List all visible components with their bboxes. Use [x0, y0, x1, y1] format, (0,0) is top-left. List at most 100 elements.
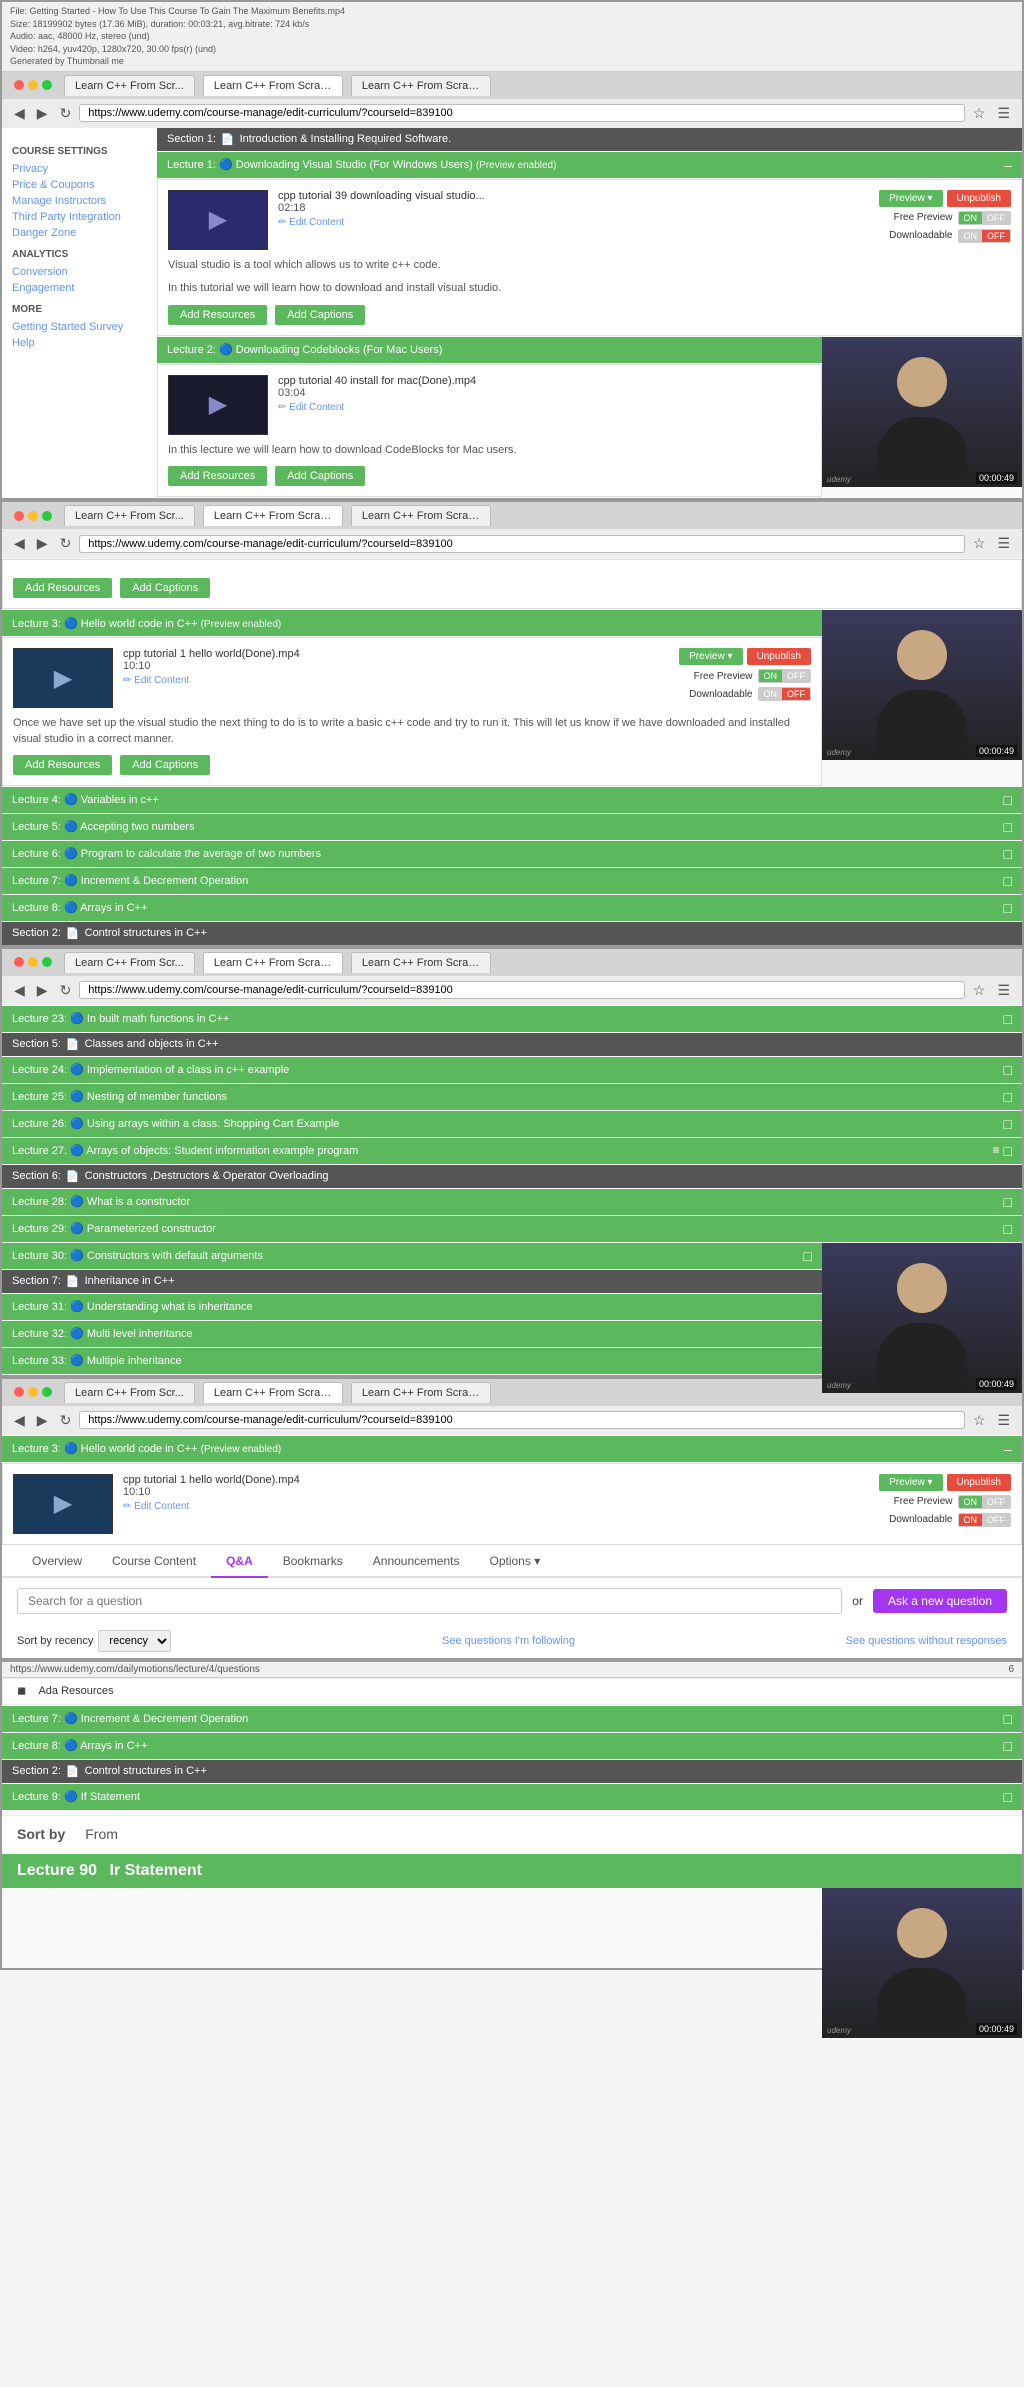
browser-tab-4-2[interactable]: Learn C++ From Scratch [203, 1382, 343, 1403]
lecture-8b-row[interactable]: Lecture 8: 🔵 Arrays in C++ □ [2, 1733, 1022, 1759]
downloadable-toggle-switch[interactable]: ON OFF [958, 229, 1012, 243]
refresh-button-2[interactable]: ↻ [56, 533, 76, 554]
lecture-28-row[interactable]: Lecture 28: 🔵 What is a constructor □ [2, 1189, 1022, 1215]
lecture-3-downloadable-switch[interactable]: ON OFF [758, 687, 812, 701]
lecture-30-row[interactable]: Lecture 30: 🔵 Constructors with default … [2, 1243, 822, 1269]
bookmark-button-3[interactable]: ☆ [969, 980, 990, 1001]
lecture-8-row[interactable]: Lecture 8: 🔵 Arrays in C++ □ [2, 895, 1022, 921]
lecture-29-expand[interactable]: □ [1004, 1221, 1012, 1237]
lecture-2-add-captions-btn[interactable]: Add Captions [275, 466, 365, 486]
lecture-3-unpublish-btn[interactable]: Unpublish [747, 648, 811, 665]
close-button-2[interactable] [14, 511, 24, 521]
lecture-6-expand[interactable]: □ [1004, 846, 1012, 862]
lecture-23-expand[interactable]: □ [1004, 1011, 1012, 1027]
minimize-button-4[interactable] [28, 1387, 38, 1397]
lecture-5-expand[interactable]: □ [1004, 819, 1012, 835]
lecture-8b-expand[interactable]: □ [1004, 1738, 1012, 1754]
lecture-7-row[interactable]: Lecture 7: 🔵 Increment & Decrement Opera… [2, 868, 1022, 894]
lecture-3-free-preview-switch[interactable]: ON OFF [758, 669, 812, 683]
settings-button-4[interactable]: ☰ [993, 1410, 1014, 1431]
browser-tab-2-2[interactable]: Learn C++ From Scratch [203, 505, 343, 526]
lecture-30-expand[interactable]: □ [804, 1248, 812, 1264]
close-button-4[interactable] [14, 1387, 24, 1397]
tab-announcements[interactable]: Announcements [358, 1546, 475, 1578]
settings-button[interactable]: ☰ [993, 103, 1014, 124]
lecture-7-expand[interactable]: □ [1004, 873, 1012, 889]
forward-button[interactable]: ▶ [33, 103, 52, 124]
lecture-9-row[interactable]: Lecture 9: 🔵 If Statement □ [2, 1784, 1022, 1810]
forward-button-4[interactable]: ▶ [33, 1410, 52, 1431]
browser-tab-2[interactable]: Learn C++ From Scratch [203, 75, 343, 96]
back-button-2[interactable]: ◀ [10, 533, 29, 554]
sidebar-help-link[interactable]: Help [12, 335, 147, 351]
lecture-27-expand[interactable]: □ [1004, 1143, 1012, 1159]
lecture-3-preview-btn[interactable]: Preview ▾ [679, 648, 742, 665]
lecture-3-edit-link[interactable]: ✏ Edit Content [123, 675, 189, 686]
lecture-3b-expand[interactable]: – [1004, 1441, 1012, 1457]
browser-tab-3-3[interactable]: Learn C++ From Scratch... [351, 952, 491, 973]
lecture-3b-row[interactable]: Lecture 3: 🔵 Hello world code in C++ (Pr… [2, 1436, 1022, 1462]
lecture-25-row[interactable]: Lecture 25: 🔵 Nesting of member function… [2, 1084, 1022, 1110]
url-input-3[interactable] [79, 981, 965, 999]
lecture-7b-expand[interactable]: □ [1004, 1711, 1012, 1727]
settings-button-2[interactable]: ☰ [993, 533, 1014, 554]
browser-tab-2-3[interactable]: Learn C++ From Scratch... [351, 505, 491, 526]
browser-tab-3-1[interactable]: Learn C++ From Scr... [64, 952, 195, 973]
close-button[interactable] [14, 80, 24, 90]
lecture-1-row[interactable]: Lecture 1: 🔵 Downloading Visual Studio (… [157, 152, 1022, 178]
tab-bookmarks[interactable]: Bookmarks [268, 1546, 358, 1578]
lecture-1-unpublish-btn[interactable]: Unpublish [947, 190, 1011, 207]
lecture-90-row[interactable]: Lecture 90 Ir Statement [2, 1854, 1022, 1888]
lecture-3-add-resources-btn[interactable]: Add Resources [13, 755, 112, 775]
lecture-2-edit-link[interactable]: ✏ Edit Content [278, 402, 344, 413]
lecture-8-expand[interactable]: □ [1004, 900, 1012, 916]
lecture-3b-preview-btn[interactable]: Preview ▾ [879, 1474, 942, 1491]
minimize-button-2[interactable] [28, 511, 38, 521]
browser-tab-3-2[interactable]: Learn C++ From Scratch [203, 952, 343, 973]
forward-button-2[interactable]: ▶ [33, 533, 52, 554]
lecture-3b-unpublish-btn[interactable]: Unpublish [947, 1474, 1011, 1491]
sidebar-price-coupons-link[interactable]: Price & Coupons [12, 177, 147, 193]
lecture-2-add-resources-btn[interactable]: Add Resources [168, 466, 267, 486]
tab-qa[interactable]: Q&A [211, 1546, 268, 1578]
bookmark-button-4[interactable]: ☆ [969, 1410, 990, 1431]
prev-add-captions-btn[interactable]: Add Captions [120, 578, 210, 598]
lecture-28-expand[interactable]: □ [1004, 1194, 1012, 1210]
lecture-29-row[interactable]: Lecture 29: 🔵 Parameterized constructor … [2, 1216, 1022, 1242]
maximize-button[interactable] [42, 80, 52, 90]
forward-button-3[interactable]: ▶ [33, 980, 52, 1001]
url-input[interactable] [79, 104, 965, 122]
lecture-1-preview-btn[interactable]: Preview ▾ [879, 190, 942, 207]
lecture-3b-edit-link[interactable]: ✏ Edit Content [123, 1501, 189, 1512]
browser-tab-4-1[interactable]: Learn C++ From Scr... [64, 1382, 195, 1403]
sidebar-manage-instructors-link[interactable]: Manage Instructors [12, 193, 147, 209]
lecture-3-add-captions-btn[interactable]: Add Captions [120, 755, 210, 775]
close-button-3[interactable] [14, 957, 24, 967]
minimize-button[interactable] [28, 80, 38, 90]
lecture-3b-free-toggle[interactable]: ON OFF [958, 1495, 1012, 1509]
lecture-1-add-captions-btn[interactable]: Add Captions [275, 305, 365, 325]
back-button-3[interactable]: ◀ [10, 980, 29, 1001]
refresh-button-3[interactable]: ↻ [56, 980, 76, 1001]
lecture-1-expand-icon[interactable]: – [1004, 157, 1012, 173]
tab-overview[interactable]: Overview [17, 1546, 97, 1578]
sidebar-privacy-link[interactable]: Privacy [12, 161, 147, 177]
prev-add-resources-btn[interactable]: Add Resources [13, 578, 112, 598]
browser-tab-4-3[interactable]: Learn C++ From Scratch... [351, 1382, 491, 1403]
maximize-button-2[interactable] [42, 511, 52, 521]
lecture-9-expand[interactable]: □ [1004, 1789, 1012, 1805]
lecture-1-add-resources-btn[interactable]: Add Resources [168, 305, 267, 325]
lecture-25-expand[interactable]: □ [1004, 1089, 1012, 1105]
sidebar-conversion-link[interactable]: Conversion [12, 264, 147, 280]
lecture-6-row[interactable]: Lecture 6: 🔵 Program to calculate the av… [2, 841, 1022, 867]
lecture-24-expand[interactable]: □ [1004, 1062, 1012, 1078]
maximize-button-3[interactable] [42, 957, 52, 967]
lecture-4-expand[interactable]: □ [1004, 792, 1012, 808]
sort-by-select[interactable]: recency [98, 1630, 171, 1652]
ask-new-question-btn[interactable]: Ask a new question [873, 1589, 1007, 1613]
bookmark-button[interactable]: ☆ [969, 103, 990, 124]
lecture-1-edit-link[interactable]: ✏ Edit Content [278, 217, 344, 228]
lecture-24-row[interactable]: Lecture 24: 🔵 Implementation of a class … [2, 1057, 1022, 1083]
tab-options[interactable]: Options ▾ [475, 1546, 556, 1578]
bookmark-button-2[interactable]: ☆ [969, 533, 990, 554]
